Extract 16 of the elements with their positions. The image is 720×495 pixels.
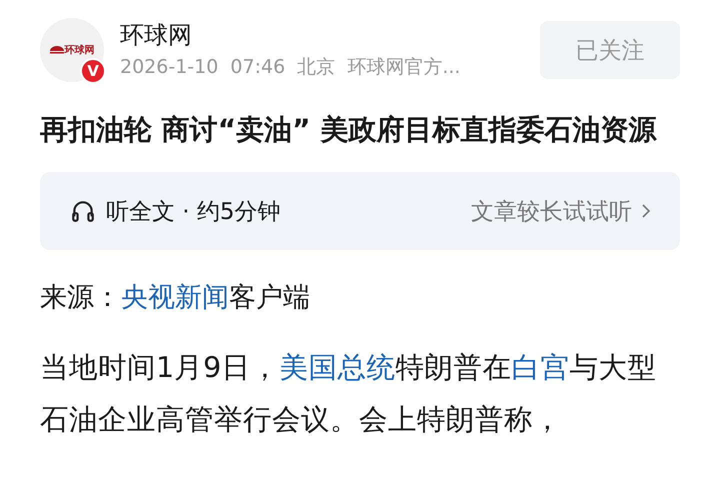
listen-bar[interactable]: 听全文 · 约5分钟 文章较长试试听: [40, 172, 680, 250]
keyword-link[interactable]: 白宫: [511, 351, 570, 384]
listen-hint: 文章较长试试听: [471, 198, 632, 226]
source-line: 来源：央视新闻客户端: [40, 281, 311, 315]
chevron-right-icon: [642, 204, 650, 218]
avatar-logo[interactable]: 环球网 V: [40, 18, 104, 82]
keyword-link[interactable]: 美国总统: [279, 351, 396, 384]
source-link[interactable]: 央视新闻: [121, 282, 229, 313]
post-meta: 2026-1-10 07:46 北京 环球网官方...: [120, 55, 462, 79]
verified-badge: V: [80, 58, 106, 84]
article-paragraph: 当地时间1月9日，美国总统特朗普在白宫与大型石油企业高管举行会议。会上特朗普称，: [40, 350, 658, 438]
logo-icon: [50, 45, 64, 55]
logo-text: 环球网: [64, 44, 94, 57]
article-title: 再扣油轮 商讨“卖油” 美政府目标直指委石油资源: [40, 112, 658, 148]
listen-label: 听全文 · 约5分钟: [106, 198, 282, 226]
author-name[interactable]: 环球网: [120, 21, 540, 49]
